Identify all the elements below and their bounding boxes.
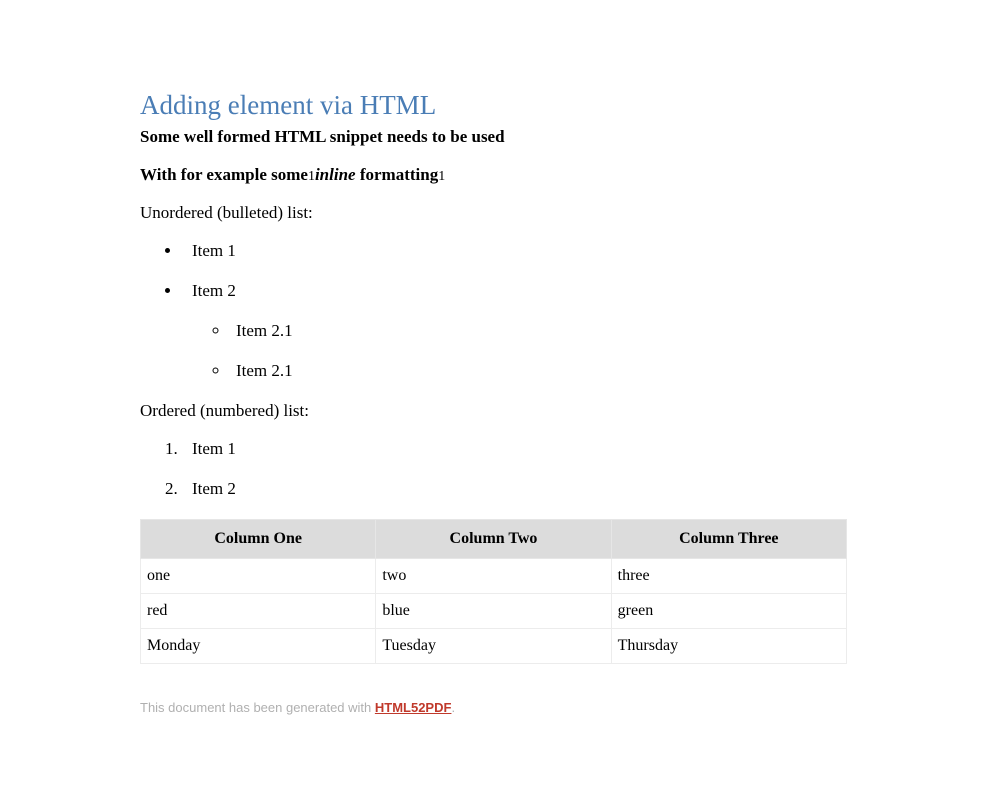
- table-cell: blue: [376, 594, 611, 629]
- footer-text: This document has been generated with HT…: [140, 700, 847, 715]
- list-item-text: Item 2: [192, 281, 236, 300]
- unordered-list: Item 1 Item 2 Item 2.1 Item 2.1: [182, 241, 847, 381]
- table-cell: green: [611, 594, 846, 629]
- list-item: Item 2.1: [230, 361, 847, 381]
- text-segment-bold: formatting: [356, 165, 439, 184]
- text-segment: With for example: [140, 165, 271, 184]
- list-item: Item 1: [182, 439, 847, 459]
- list-item: Item 2.1: [230, 321, 847, 341]
- unordered-list-label: Unordered (bulleted) list:: [140, 203, 847, 223]
- table-cell: red: [141, 594, 376, 629]
- text-segment-suffix: 1: [438, 169, 445, 184]
- table-header-cell: Column Two: [376, 520, 611, 559]
- table-cell: Thursday: [611, 629, 846, 664]
- table-row: Monday Tuesday Thursday: [141, 629, 847, 664]
- data-table: Column One Column Two Column Three one t…: [140, 519, 847, 664]
- text-segment-bold: some: [271, 165, 308, 184]
- table-cell: one: [141, 559, 376, 594]
- subheading: Some well formed HTML snippet needs to b…: [140, 127, 847, 147]
- text-segment-suffix: 1: [308, 169, 315, 184]
- table-cell: three: [611, 559, 846, 594]
- list-item: Item 1: [182, 241, 847, 261]
- unordered-sublist: Item 2.1 Item 2.1: [230, 321, 847, 381]
- list-item: Item 2 Item 2.1 Item 2.1: [182, 281, 847, 381]
- ordered-list-label: Ordered (numbered) list:: [140, 401, 847, 421]
- table-header-cell: Column One: [141, 520, 376, 559]
- footer-prefix: This document has been generated with: [140, 700, 375, 715]
- list-item: Item 2: [182, 479, 847, 499]
- text-segment-italic: inline: [315, 165, 356, 184]
- table-cell: Tuesday: [376, 629, 611, 664]
- ordered-list: Item 1 Item 2: [182, 439, 847, 499]
- page-title: Adding element via HTML: [140, 90, 847, 121]
- table-cell: Monday: [141, 629, 376, 664]
- table-header-cell: Column Three: [611, 520, 846, 559]
- table-row: red blue green: [141, 594, 847, 629]
- footer-suffix: .: [451, 700, 455, 715]
- table-row: one two three: [141, 559, 847, 594]
- table-cell: two: [376, 559, 611, 594]
- formatted-paragraph: With for example some1inline formatting1: [140, 165, 847, 185]
- footer-link[interactable]: HTML52PDF: [375, 700, 452, 715]
- table-header-row: Column One Column Two Column Three: [141, 520, 847, 559]
